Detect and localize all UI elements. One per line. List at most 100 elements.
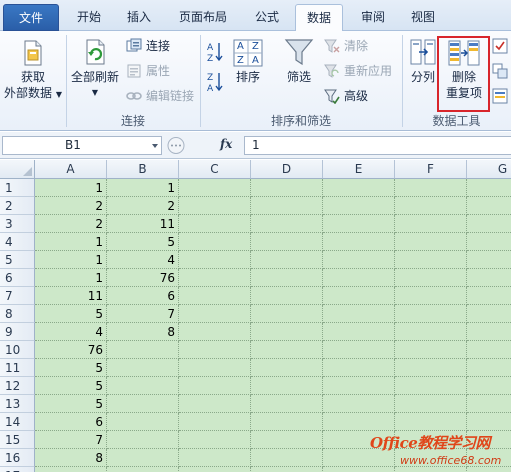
cell[interactable]	[467, 377, 511, 395]
cell[interactable]	[179, 359, 251, 377]
cell[interactable]: 1	[35, 179, 107, 197]
cell[interactable]	[107, 413, 179, 431]
cell[interactable]	[323, 269, 395, 287]
formula-input[interactable]: 1	[244, 136, 511, 155]
cell[interactable]	[179, 215, 251, 233]
cell[interactable]	[467, 341, 511, 359]
column-header-f[interactable]: F	[395, 160, 467, 179]
cell[interactable]	[179, 197, 251, 215]
cell[interactable]	[107, 431, 179, 449]
consolidate-button[interactable]	[492, 61, 510, 81]
get-external-data-button[interactable]: 获取 外部数据 ▼	[2, 39, 64, 103]
row-header[interactable]: 10	[0, 341, 35, 359]
row-header[interactable]: 6	[0, 269, 35, 287]
row-header[interactable]: 15	[0, 431, 35, 449]
tab-home[interactable]: 开始	[66, 4, 112, 31]
cell[interactable]	[395, 215, 467, 233]
cell[interactable]	[251, 431, 323, 449]
cell[interactable]	[251, 179, 323, 197]
cell[interactable]	[467, 197, 511, 215]
filter-button[interactable]: 筛选	[280, 37, 318, 85]
cell[interactable]: 5	[35, 395, 107, 413]
column-header-e[interactable]: E	[323, 160, 395, 179]
column-header-b[interactable]: B	[107, 160, 179, 179]
cell[interactable]	[251, 341, 323, 359]
cell[interactable]	[323, 215, 395, 233]
cell[interactable]	[323, 359, 395, 377]
advanced-filter-button[interactable]: 高级	[324, 86, 368, 106]
cell[interactable]	[179, 305, 251, 323]
cell[interactable]	[323, 251, 395, 269]
cell[interactable]: 2	[35, 215, 107, 233]
tab-page-layout[interactable]: 页面布局	[170, 4, 236, 31]
cell[interactable]	[323, 323, 395, 341]
row-header[interactable]: 1	[0, 179, 35, 197]
cell[interactable]	[467, 305, 511, 323]
row-header[interactable]: 5	[0, 251, 35, 269]
sort-descending-button[interactable]: ZA	[206, 71, 226, 93]
cell[interactable]: 1	[35, 233, 107, 251]
cell[interactable]	[467, 269, 511, 287]
connections-button[interactable]: 连接	[126, 36, 170, 56]
column-header-c[interactable]: C	[179, 160, 251, 179]
row-header[interactable]: 3	[0, 215, 35, 233]
column-header-a[interactable]: A	[35, 160, 107, 179]
sort-button[interactable]: A Z Z A 排序	[230, 39, 266, 85]
cell[interactable]	[251, 233, 323, 251]
cell[interactable]	[107, 395, 179, 413]
cell[interactable]	[251, 197, 323, 215]
cell[interactable]	[107, 449, 179, 467]
cell[interactable]: 8	[107, 323, 179, 341]
cell[interactable]	[467, 179, 511, 197]
cell[interactable]	[467, 233, 511, 251]
cell[interactable]	[395, 269, 467, 287]
cell[interactable]: 6	[107, 287, 179, 305]
cell[interactable]	[323, 197, 395, 215]
row-header[interactable]: 8	[0, 305, 35, 323]
cell[interactable]: 5	[35, 359, 107, 377]
cell[interactable]	[467, 413, 511, 431]
properties-button[interactable]: 属性	[126, 61, 170, 81]
cell[interactable]	[179, 323, 251, 341]
cell[interactable]	[179, 467, 251, 472]
edit-links-button[interactable]: 编辑链接	[126, 86, 194, 106]
cell[interactable]: 6	[35, 413, 107, 431]
reapply-button[interactable]: 重新应用	[324, 61, 392, 81]
tab-data[interactable]: 数据	[295, 4, 343, 32]
sort-ascending-button[interactable]: AZ	[206, 41, 226, 63]
cell[interactable]	[395, 251, 467, 269]
tab-view[interactable]: 视图	[400, 4, 446, 31]
cell[interactable]: 7	[35, 431, 107, 449]
cell[interactable]	[251, 323, 323, 341]
row-header[interactable]: 11	[0, 359, 35, 377]
cell[interactable]	[179, 287, 251, 305]
cell[interactable]: 1	[35, 251, 107, 269]
cell[interactable]: 76	[35, 341, 107, 359]
cell[interactable]: 5	[35, 377, 107, 395]
row-header[interactable]: 17	[0, 467, 35, 472]
cell[interactable]	[179, 233, 251, 251]
cell[interactable]	[251, 413, 323, 431]
cell[interactable]	[323, 179, 395, 197]
cell[interactable]: 8	[35, 449, 107, 467]
formula-divider-handle-icon[interactable]	[166, 136, 186, 155]
cell[interactable]	[467, 251, 511, 269]
cell[interactable]	[107, 377, 179, 395]
cell[interactable]	[395, 413, 467, 431]
cell[interactable]	[467, 359, 511, 377]
cell[interactable]	[251, 287, 323, 305]
row-header[interactable]: 12	[0, 377, 35, 395]
cell[interactable]	[395, 305, 467, 323]
cell[interactable]	[179, 449, 251, 467]
cell[interactable]	[107, 467, 179, 472]
cell[interactable]	[395, 287, 467, 305]
worksheet-grid[interactable]: A B C D E F G 1 1 1 2 2 2 3 2 11 4 1 5 5 1 4 6 1 76 7 11 6 8 5…	[0, 160, 511, 472]
insert-function-button[interactable]: fx	[220, 137, 232, 151]
tab-review[interactable]: 审阅	[350, 4, 396, 31]
cell[interactable]	[395, 179, 467, 197]
cell[interactable]: 11	[107, 215, 179, 233]
cell[interactable]: 7	[107, 305, 179, 323]
column-header-g[interactable]: G	[467, 160, 511, 179]
cell[interactable]	[179, 431, 251, 449]
cell[interactable]	[323, 395, 395, 413]
